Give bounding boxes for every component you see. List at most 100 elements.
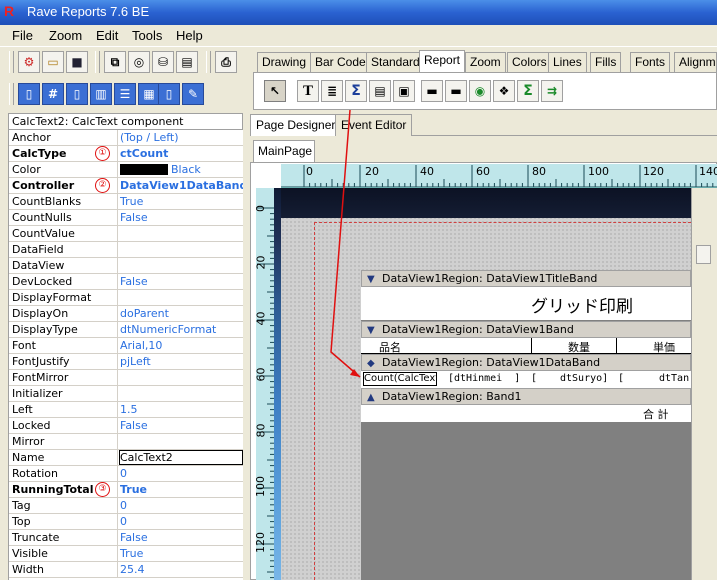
tab-drawing[interactable]: Drawing [257, 52, 312, 72]
property-row[interactable]: Rotation 0 [9, 466, 243, 482]
property-row[interactable]: Initializer [9, 386, 243, 402]
property-value[interactable]: 25.4 [120, 563, 145, 576]
calc-total-icon[interactable]: Σ [517, 80, 539, 102]
pointer-icon[interactable]: ↖ [264, 80, 286, 102]
data-memo-icon[interactable]: ▤ [369, 80, 391, 102]
property-row[interactable]: DisplayType dtNumericFormat [9, 322, 243, 338]
property-row[interactable]: Width 25.4 [9, 562, 243, 578]
column-header-row[interactable]: 品名 数量 単価 [361, 338, 691, 354]
property-row[interactable]: CountNulls False [9, 210, 243, 226]
property-value[interactable]: 0 [120, 515, 127, 528]
property-value[interactable]: (Top / Left) [120, 131, 179, 144]
menu-file[interactable]: File [12, 28, 33, 43]
property-row[interactable]: FontMirror [9, 370, 243, 386]
doc-icon[interactable]: ▯ [158, 83, 180, 105]
property-row[interactable]: CountBlanks True [9, 194, 243, 210]
property-row[interactable]: DataField [9, 242, 243, 258]
text-icon[interactable]: T [297, 80, 319, 102]
property-row[interactable]: Name CalcText2 [9, 450, 243, 466]
tab-event-editor[interactable]: Event Editor [335, 114, 413, 136]
footer-band-body[interactable]: 合 計 [361, 405, 691, 422]
menu-tools[interactable]: Tools [132, 28, 162, 43]
memo-icon[interactable]: ≣ [321, 80, 343, 102]
wrench-icon[interactable]: ✎ [182, 83, 204, 105]
property-row[interactable]: CalcType ① ctCount [9, 146, 243, 162]
data-text-icon[interactable]: ▣ [393, 80, 415, 102]
property-row[interactable]: DevLocked False [9, 274, 243, 290]
property-row[interactable]: Tag 0 [9, 498, 243, 514]
property-value[interactable]: Black [171, 163, 201, 176]
vertical-scrollbar[interactable] [691, 188, 717, 580]
property-value[interactable]: ctCount [120, 147, 168, 160]
column-band-header[interactable]: ▼ DataView1Region: DataView1Band [361, 321, 691, 338]
data-field-hinmei[interactable]: [dtHinmei ] [448, 373, 520, 384]
menu-zoom[interactable]: Zoom [49, 28, 82, 43]
property-row[interactable]: Locked False [9, 418, 243, 434]
copy-page-icon[interactable]: ⧉ [104, 51, 126, 73]
open-folder-icon[interactable]: ▭ [42, 51, 64, 73]
tab-report[interactable]: Report [419, 50, 466, 72]
tab-fills[interactable]: Fills [590, 52, 622, 72]
tab-main-page[interactable]: MainPage [253, 140, 315, 162]
globe-icon[interactable]: ◎ [128, 51, 150, 73]
tab-colors[interactable]: Colors [507, 52, 552, 72]
property-value[interactable]: True [120, 483, 147, 496]
property-value[interactable]: dtNumericFormat [120, 323, 216, 336]
property-value[interactable]: 0 [120, 467, 127, 480]
align-icon[interactable]: ▥ [90, 83, 112, 105]
column-header[interactable]: 数量 [568, 339, 590, 355]
property-row[interactable]: Font Arial,10 [9, 338, 243, 354]
property-row[interactable]: Controller ② DataView1DataBand [9, 178, 243, 194]
report-page-icon[interactable]: ▤ [176, 51, 198, 73]
dataview-icon[interactable]: ❖ [493, 80, 515, 102]
data-band-icon[interactable]: ▬ [445, 80, 467, 102]
property-row[interactable]: Truncate False [9, 530, 243, 546]
tab-alignment[interactable]: Alignme [674, 52, 717, 72]
property-row[interactable]: Anchor (Top / Left) [9, 130, 243, 146]
property-value[interactable]: doParent [120, 307, 169, 320]
list-icon[interactable]: ☰ [114, 83, 136, 105]
new-report-icon[interactable]: ⚙ [18, 51, 40, 73]
menu-edit[interactable]: Edit [96, 28, 118, 43]
property-value[interactable]: False [120, 211, 148, 224]
grid-icon[interactable]: # [42, 83, 64, 105]
title-text[interactable]: グリッド印刷 [531, 292, 633, 317]
property-row[interactable]: Left 1.5 [9, 402, 243, 418]
color-swatch[interactable] [120, 164, 168, 175]
property-row[interactable]: DisplayOn doParent [9, 306, 243, 322]
save-icon[interactable]: ■ [66, 51, 88, 73]
column-header[interactable]: 品名 [379, 339, 401, 355]
bands-icon[interactable]: ▦ [138, 83, 160, 105]
page-icon[interactable]: ▯ [66, 83, 88, 105]
data-field-tanka[interactable]: dtTan [659, 373, 689, 384]
property-row[interactable]: DisplayFormat [9, 290, 243, 306]
tab-standard[interactable]: Standard [366, 52, 425, 72]
database-icon[interactable]: ⛁ [152, 51, 174, 73]
property-row[interactable]: DataView [9, 258, 243, 274]
footer-band-header[interactable]: ▲ DataView1Region: Band1 [361, 388, 691, 405]
property-value[interactable]: False [120, 419, 148, 432]
menu-help[interactable]: Help [176, 28, 203, 43]
tab-fonts[interactable]: Fonts [630, 52, 671, 72]
title-band-body[interactable]: グリッド印刷 [361, 287, 691, 320]
total-label[interactable]: 合 計 [643, 406, 669, 422]
tab-lines[interactable]: Lines [548, 52, 587, 72]
property-row[interactable]: FontJustify pjLeft [9, 354, 243, 370]
tab-bar-code[interactable]: Bar Code [310, 52, 371, 72]
calc-text-field[interactable]: Count(CalcText [363, 372, 437, 386]
property-value[interactable]: True [120, 547, 143, 560]
tab-page-designer[interactable]: Page Designer [250, 114, 342, 136]
property-row[interactable]: Mirror [9, 434, 243, 450]
property-row[interactable]: Visible True [9, 546, 243, 562]
calc-text-icon[interactable]: Σ [345, 80, 367, 102]
property-value[interactable]: pjLeft [120, 355, 151, 368]
region-icon[interactable]: ◉ [469, 80, 491, 102]
data-band-header[interactable]: ◆ DataView1Region: DataView1DataBand [361, 354, 691, 371]
calc-op-icon[interactable]: ⇉ [541, 80, 563, 102]
property-value[interactable]: False [120, 275, 148, 288]
column-header[interactable]: 単価 [653, 339, 675, 355]
title-band-header[interactable]: ▼ DataView1Region: DataView1TitleBand [361, 270, 691, 287]
property-row[interactable]: Color Black [9, 162, 243, 178]
band-icon[interactable]: ▬ [421, 80, 443, 102]
scroll-thumb[interactable] [696, 245, 711, 264]
